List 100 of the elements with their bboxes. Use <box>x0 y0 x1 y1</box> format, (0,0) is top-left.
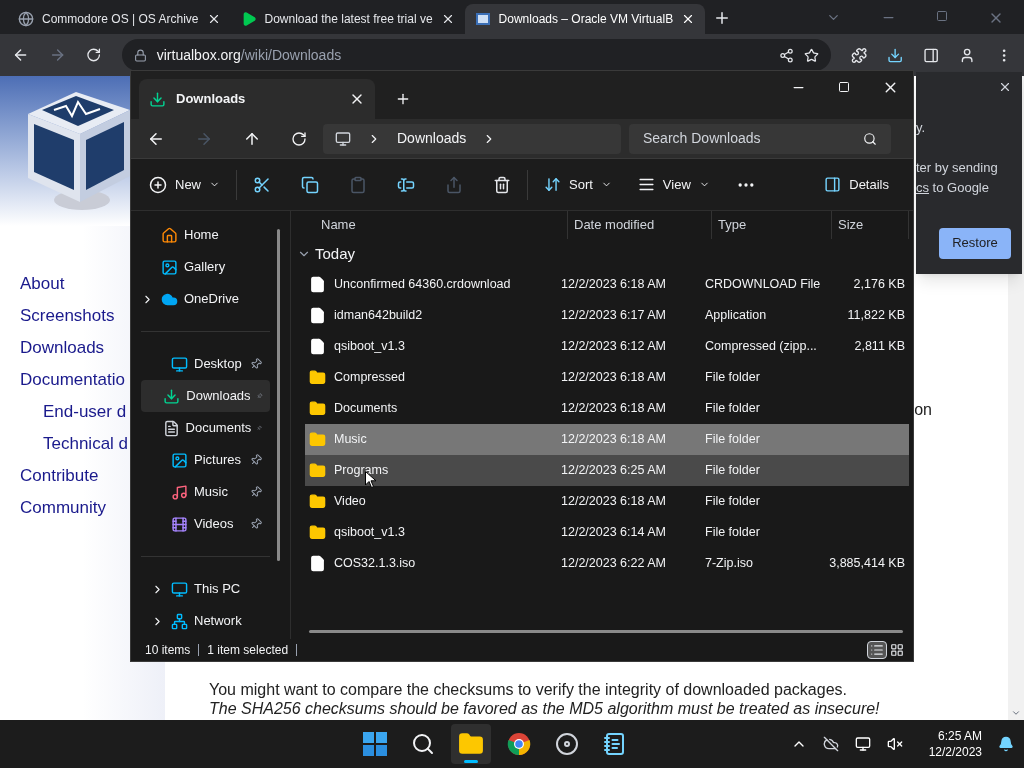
disc-icon[interactable] <box>555 732 580 756</box>
file-icon <box>309 338 326 355</box>
tab-title: Downloads <box>176 90 247 109</box>
copy-icon[interactable] <box>301 175 319 194</box>
file-row[interactable]: Unconfirmed 64360.crdownload 12/2/2023 6:18 AM CRDOWNLOAD File 2,176 KB <box>305 269 909 300</box>
file-row[interactable]: Compressed 12/2/2023 6:18 AM File folder <box>305 362 909 393</box>
sort-button[interactable]: Sort <box>544 174 612 195</box>
date-cell-text: 12/2/2023 6:18 AM <box>561 493 667 511</box>
cut-icon[interactable] <box>253 175 271 194</box>
date-cell-text: 12/2/2023 6:12 AM <box>561 338 667 356</box>
search-icon[interactable] <box>411 732 436 756</box>
file-icon <box>309 307 326 324</box>
nav-link[interactable]: About <box>20 268 65 300</box>
type-cell-text: File folder <box>705 369 761 387</box>
file-icon <box>309 276 326 293</box>
close-icon[interactable] <box>998 80 1012 94</box>
taskbar-app[interactable] <box>451 724 492 764</box>
restore-button[interactable]: Restore <box>939 227 1011 259</box>
note-text: The SHA256 checksums should be favored as the MD5 algorithm must be treated as insecure! <box>209 699 881 718</box>
file-row[interactable]: Video 12/2/2023 6:18 AM File folder <box>305 486 909 517</box>
search-icon <box>863 131 877 146</box>
address-bar[interactable]: Downloads <box>323 123 621 154</box>
sidebar-item[interactable]: OneDrive <box>131 283 280 315</box>
address-bar[interactable]: virtualbox.org/wiki/Downloads <box>121 39 831 71</box>
sidebar-item[interactable]: Pictures <box>141 444 270 476</box>
file-row[interactable]: qsiboot_v1.3 12/2/2023 6:12 AM Compressed (zipp... 2,811 KB <box>305 331 909 362</box>
volume-muted-icon[interactable] <box>886 736 903 752</box>
folder-icon <box>309 524 326 541</box>
refresh-icon[interactable] <box>291 130 307 147</box>
plus-circle-icon <box>149 175 167 194</box>
date-cell-text: 12/2/2023 6:17 AM <box>561 307 667 325</box>
item-count: 10 items <box>145 642 191 659</box>
cloud-off-icon[interactable] <box>822 736 839 752</box>
view-mode-button[interactable] <box>867 641 887 659</box>
file-name: Video <box>334 493 366 511</box>
profile-icon[interactable] <box>959 46 976 64</box>
view-button[interactable]: View <box>637 174 710 195</box>
file-row[interactable]: Programs 12/2/2023 6:25 AM File folder <box>305 455 909 486</box>
side-panel-icon[interactable] <box>923 46 940 64</box>
explorer-tab[interactable]: Downloads <box>139 79 375 119</box>
size-cell-text: 11,822 KB <box>847 307 905 325</box>
sidebar-item[interactable]: Music <box>141 476 270 508</box>
nav-link[interactable]: End-user d <box>43 396 127 428</box>
date-cell-text: 12/2/2023 6:18 AM <box>561 369 667 387</box>
file-row[interactable]: qsiboot_v1.3 12/2/2023 6:14 AM File folder <box>305 517 909 548</box>
column-header[interactable]: Type <box>711 211 831 239</box>
file-row[interactable]: COS32.1.3.iso 12/2/2023 6:22 AM 7-Zip.iso 3,885,414 KB <box>305 548 909 579</box>
sidebar-item[interactable]: Downloads <box>141 380 270 412</box>
new-button[interactable]: New <box>149 174 220 195</box>
folder-icon <box>309 462 326 479</box>
windows-icon[interactable] <box>363 732 388 756</box>
sidebar-item[interactable]: Documents <box>141 412 270 444</box>
search-field[interactable]: Search Downloads <box>629 123 891 154</box>
sidebar-item[interactable]: Desktop <box>141 348 270 380</box>
nav-link[interactable]: Documentatio <box>20 364 125 396</box>
extensions-icon[interactable] <box>850 46 867 64</box>
column-header[interactable]: Name <box>305 211 567 239</box>
chrome-icon[interactable] <box>507 732 532 756</box>
nav-link[interactable]: Downloads <box>20 332 105 364</box>
nav-link[interactable]: Technical d <box>43 428 129 460</box>
nav-link[interactable]: Screenshots <box>20 300 115 332</box>
folder-icon[interactable] <box>458 731 485 757</box>
maximize-icon[interactable] <box>838 81 850 93</box>
column-header[interactable]: Size <box>831 211 909 239</box>
clock[interactable]: 6:25 AM 12/2/2023 <box>928 728 982 760</box>
date-cell-text: 12/2/2023 6:18 AM <box>561 431 667 449</box>
scroll-down-icon[interactable] <box>1011 708 1021 718</box>
new-tab-icon[interactable] <box>395 91 411 107</box>
browser-tab[interactable]: Downloads – Oracle VM VirtualB <box>464 4 706 34</box>
browser-tab[interactable]: Download the latest free trial ve <box>230 4 465 34</box>
document-icon <box>162 419 180 437</box>
restore-icon[interactable] <box>936 10 948 22</box>
date-cell-text: 12/2/2023 6:25 AM <box>561 462 667 480</box>
sidebar-item[interactable]: Home <box>131 219 280 251</box>
type-cell-text: File folder <box>705 400 761 418</box>
notification-icon[interactable] <box>998 736 1014 752</box>
file-name: qsiboot_v1.3 <box>334 524 405 542</box>
monitor-icon <box>171 355 188 373</box>
column-header[interactable]: Date modified <box>567 211 711 239</box>
share-icon[interactable] <box>778 47 794 63</box>
file-row[interactable]: Music 12/2/2023 6:18 AM File folder <box>305 424 909 455</box>
nav-link[interactable]: Community <box>20 492 106 524</box>
group-header[interactable]: Today <box>297 239 909 269</box>
sidebar-item[interactable]: Videos <box>141 508 270 540</box>
popup-text: cs to Google <box>916 178 990 197</box>
rename-icon[interactable] <box>397 175 415 194</box>
browser-tab[interactable]: Commodore OS | OS Archive <box>8 4 231 34</box>
sidebar-item[interactable]: Network <box>141 605 270 637</box>
file-row[interactable]: Documents 12/2/2023 6:18 AM File folder <box>305 393 909 424</box>
file-row[interactable]: idman642build2 12/2/2023 6:17 AM Application 11,822 KB <box>305 300 909 331</box>
download-icon[interactable] <box>886 46 904 64</box>
trash-icon[interactable] <box>493 175 511 194</box>
sidebar-item[interactable]: Gallery <box>131 251 280 283</box>
bookmark-icon[interactable] <box>803 47 819 63</box>
popup-link[interactable]: cs <box>916 179 929 195</box>
details-button[interactable]: Details <box>824 174 889 195</box>
nav-link[interactable]: Contribute <box>20 460 99 492</box>
popup-text: y. <box>916 119 927 137</box>
reload-icon[interactable] <box>86 47 102 63</box>
sidebar-item[interactable]: This PC <box>141 573 270 605</box>
